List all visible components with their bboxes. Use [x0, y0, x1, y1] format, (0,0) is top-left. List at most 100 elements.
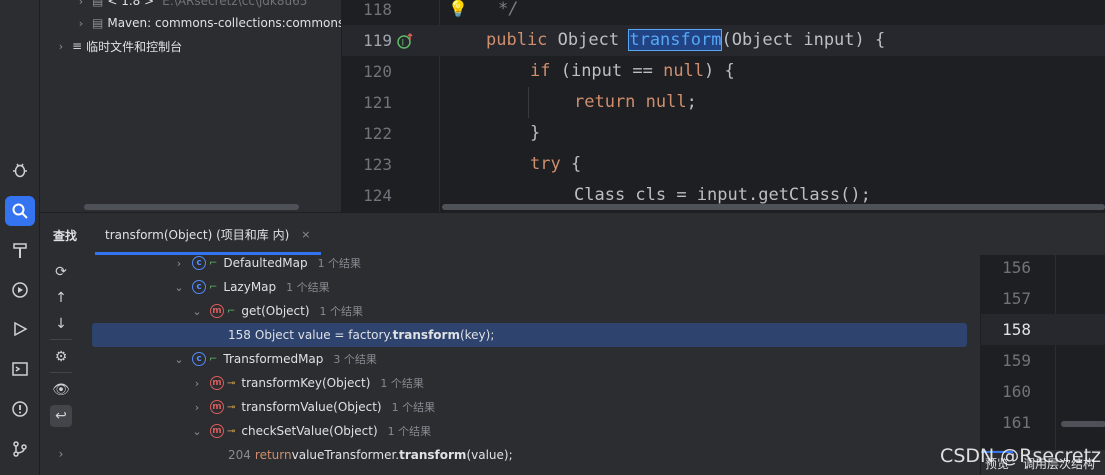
tree-row-path: E:\ARsecretz\cc\jdk8u65: [162, 0, 308, 8]
csdn-watermark: CSDN @Rsecretz: [940, 445, 1101, 467]
visibility-public-icon: ⌐: [227, 305, 236, 317]
usage-line-number: 158: [228, 328, 251, 342]
chevron-right-icon[interactable]: ›: [74, 17, 88, 30]
chevron-down-icon[interactable]: ⌄: [190, 425, 204, 438]
find-tool-search-icon[interactable]: [5, 196, 35, 226]
line-number: 121: [363, 93, 392, 112]
class-icon: c: [192, 280, 206, 294]
chevron-right-icon[interactable]: ›: [74, 0, 88, 8]
run-icon[interactable]: [5, 314, 35, 344]
terminal-icon[interactable]: [5, 354, 35, 384]
find-results-tree: › c ⌐ DefaultedMap 1 个结果 ⌄ c ⌐ LazyMap 1…: [90, 255, 980, 475]
result-count: 1 个结果: [391, 401, 436, 414]
services-icon[interactable]: [5, 275, 35, 305]
preview-eye-icon[interactable]: 👁: [50, 379, 72, 401]
chevron-down-icon[interactable]: ⌄: [172, 353, 186, 366]
keyword-null: null: [645, 92, 687, 112]
class-icon: c: [192, 352, 206, 366]
usage-match: transform: [392, 328, 460, 342]
find-results-tab[interactable]: transform(Object) (项目和库 内) ×: [95, 213, 321, 255]
tree-row-label: 临时文件和控制台: [86, 39, 183, 54]
code-line: 122 }: [342, 118, 1105, 149]
preview-horizontal-scrollbar[interactable]: [1061, 421, 1105, 427]
git-icon[interactable]: [5, 434, 35, 464]
arrow-down-icon[interactable]: ↓: [50, 313, 72, 335]
class-icon: c: [192, 256, 206, 270]
project-horizontal-scrollbar[interactable]: [84, 204, 299, 210]
code-line: 123 try {: [342, 149, 1105, 180]
visibility-public-icon: ⌐: [209, 257, 218, 269]
usage-match: transform: [399, 448, 467, 462]
chevron-down-icon[interactable]: ⌄: [172, 281, 186, 294]
result-usage-row-selected[interactable]: 158 Object value = factory. transform (key…: [92, 323, 967, 347]
library-icon: ▤: [92, 16, 104, 30]
usage-keyword: return: [254, 448, 292, 462]
method-name-highlighted[interactable]: transform: [628, 29, 723, 51]
close-icon[interactable]: ×: [301, 228, 310, 241]
result-method-row[interactable]: ⌄ m ⌐ get(Object) 1 个结果: [92, 299, 967, 323]
method-signature-rest: (Object input) {: [721, 30, 886, 50]
result-class-row[interactable]: › c ⌐ DefaultedMap 1 个结果: [92, 255, 967, 275]
debug-icon[interactable]: [5, 155, 35, 185]
result-count: 1 个结果: [286, 281, 330, 294]
chevron-right-icon[interactable]: ›: [172, 257, 186, 270]
result-method-row[interactable]: › m ⊸ transformKey(Object) 1 个结果: [92, 371, 967, 395]
visibility-public-icon: ⌐: [209, 281, 218, 293]
line-number: 158: [1002, 320, 1031, 339]
result-label: DefaultedMap: [223, 256, 308, 270]
implements-gutter-icon[interactable]: I: [396, 32, 414, 54]
code-text: {: [560, 154, 582, 174]
result-label: get(Object): [241, 304, 310, 318]
visibility-protected-key-icon: ⊸: [227, 377, 236, 389]
line-number: 123: [363, 155, 392, 174]
result-label: transformKey(Object): [241, 376, 371, 390]
visibility-protected-key-icon: ⊸: [227, 401, 236, 413]
arrow-up-icon[interactable]: ↑: [50, 287, 72, 309]
build-hammer-icon[interactable]: [5, 236, 35, 266]
navigate-to-source-icon[interactable]: ↩: [50, 405, 72, 427]
tree-row-scratches[interactable]: › ≡ 临时文件和控制台: [54, 35, 182, 57]
keyword-try: try: [530, 154, 561, 174]
line-number: 120: [363, 62, 392, 81]
keyword-return: return: [574, 92, 636, 112]
usage-code: (key);: [459, 328, 495, 342]
result-method-row[interactable]: ⌄ m ⊸ checkSetValue(Object) 1 个结果: [92, 419, 967, 443]
rerun-icon[interactable]: ⟳: [50, 261, 72, 283]
chevron-right-icon[interactable]: ›: [190, 377, 204, 390]
chevron-right-icon[interactable]: ›: [54, 40, 68, 53]
editor-horizontal-scrollbar[interactable]: [442, 204, 1105, 210]
line-number: 118: [363, 0, 392, 19]
usage-code: Object value = factory.: [254, 328, 393, 342]
chevron-right-icon[interactable]: ›: [50, 443, 72, 465]
result-count: 1 个结果: [387, 425, 432, 438]
tree-row-maven-lib[interactable]: › ▤ Maven: commons-collections:commons: [74, 12, 342, 34]
result-label: transformValue(Object): [241, 400, 382, 414]
method-icon: m: [210, 424, 224, 438]
visibility-public-icon: ⌐: [209, 353, 218, 365]
return-type: Object: [557, 30, 620, 50]
chevron-right-icon[interactable]: ›: [190, 401, 204, 414]
find-actions-toolbar: ⟳ ↑ ↓ ⚙ 👁 ↩ ›: [40, 255, 90, 475]
code-editor[interactable]: 118 💡 */ 119 I public Object transform(O…: [342, 0, 1105, 212]
result-count: 3 个结果: [333, 353, 377, 366]
line-number: 161: [1002, 413, 1031, 432]
code-line: 118 💡 */: [342, 0, 1105, 25]
lightbulb-icon[interactable]: 💡: [448, 0, 468, 18]
comment-end: */: [498, 0, 519, 19]
svg-text:I: I: [402, 39, 405, 49]
preview-pane: 156 157 158 159 160 161 预览 调用层次结构: [980, 255, 1105, 475]
result-usage-row[interactable]: 204 return valueTransformer. transform (va…: [92, 443, 967, 467]
tree-row-label: Maven: commons-collections:commons: [107, 16, 342, 30]
result-method-row[interactable]: › m ⊸ transformValue(Object) 1 个结果: [92, 395, 967, 419]
result-class-row[interactable]: ⌄ c ⌐ TransformedMap 3 个结果: [92, 347, 967, 371]
settings-gear-icon[interactable]: ⚙: [50, 346, 72, 368]
chevron-down-icon[interactable]: ⌄: [190, 305, 204, 318]
result-class-row[interactable]: ⌄ c ⌐ LazyMap 1 个结果: [92, 275, 967, 299]
line-number: 160: [1002, 382, 1031, 401]
problems-icon[interactable]: [5, 394, 35, 424]
tree-row-jdk[interactable]: › ▤ < 1.8 > E:\ARsecretz\cc\jdk8u65: [74, 0, 308, 12]
find-header: 查找 transform(Object) (项目和库 内) ×: [40, 213, 1105, 255]
code-text: ;: [686, 92, 697, 112]
usage-line-number: 204: [228, 448, 251, 462]
indent-guide: [528, 87, 529, 118]
